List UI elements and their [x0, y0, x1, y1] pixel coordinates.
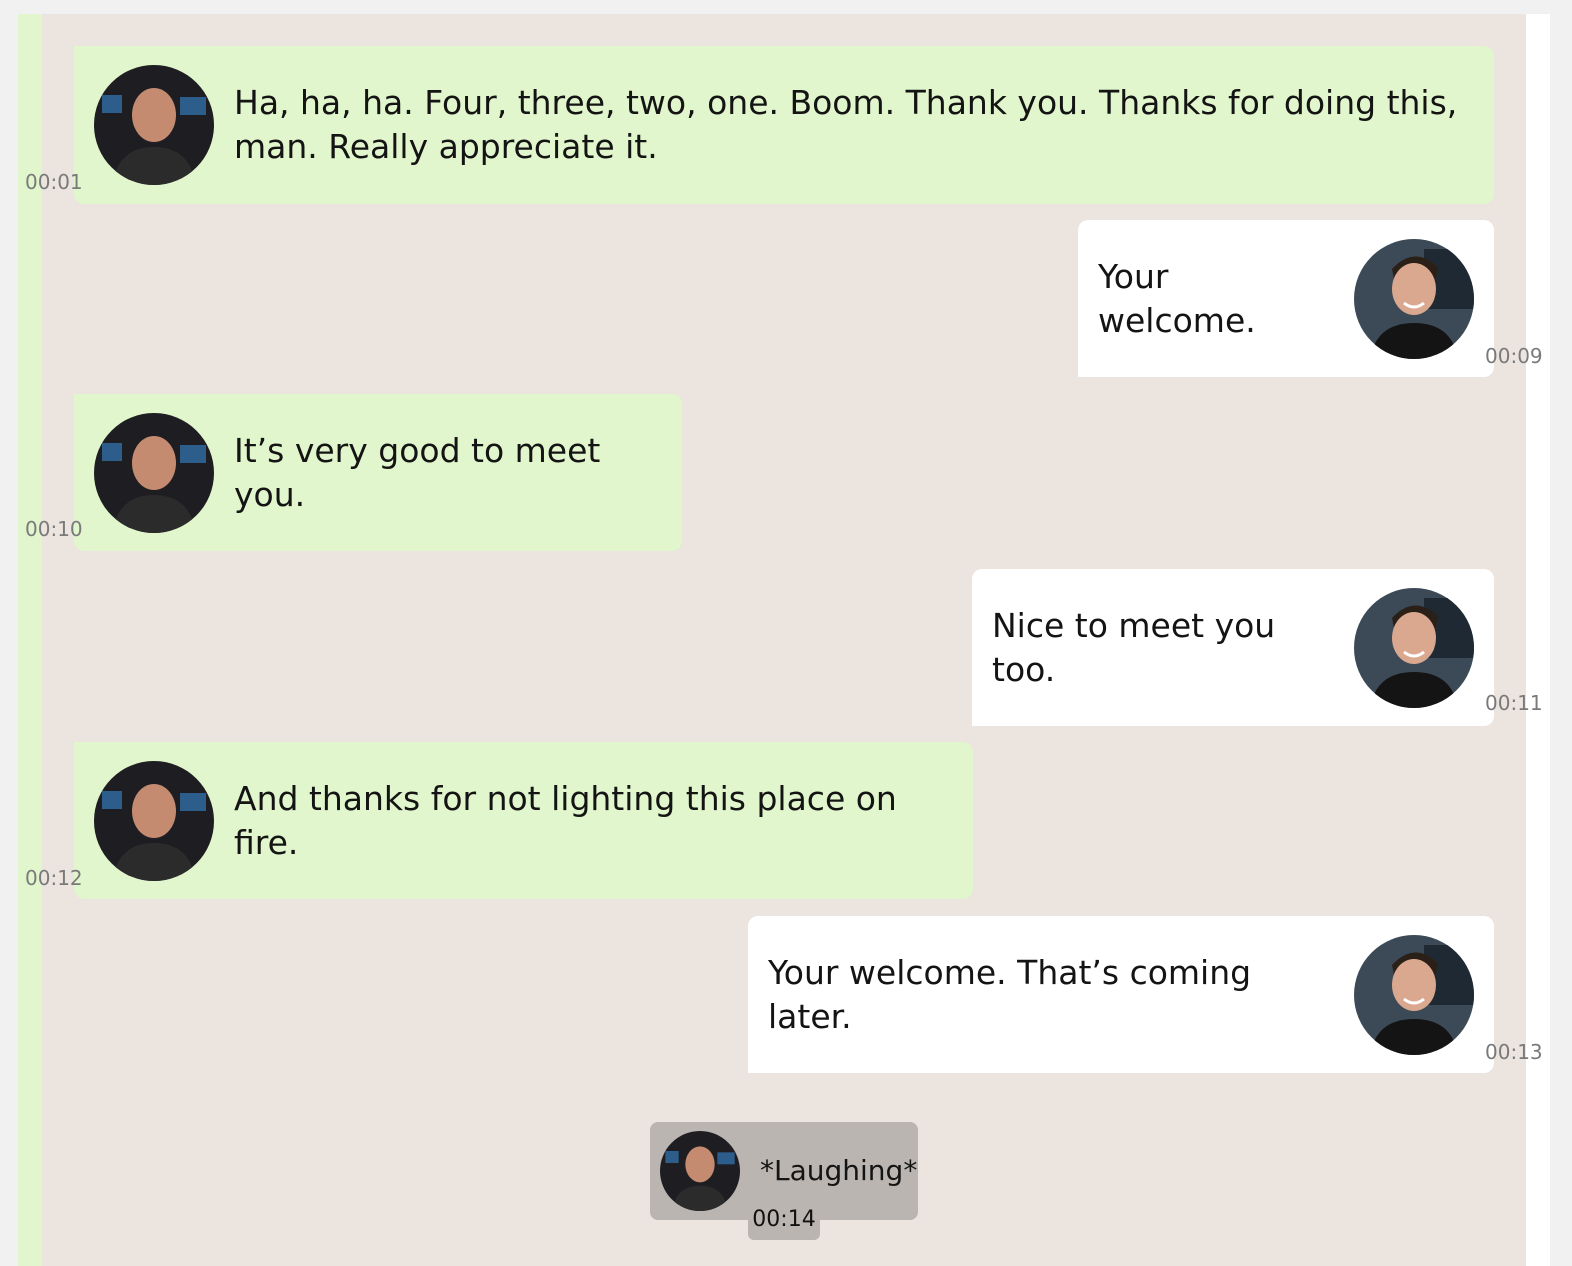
avatar-host-icon [94, 412, 214, 533]
timestamp: 00:13 [1485, 1040, 1543, 1064]
timestamp: 00:10 [25, 517, 83, 541]
message-bubble-host[interactable]: It’s very good to meet you. [74, 394, 682, 551]
avatar-guest-icon [1354, 934, 1474, 1055]
timestamp: 00:01 [25, 170, 83, 194]
message-text: It’s very good to meet you. [234, 430, 601, 514]
message-bubble-guest[interactable]: Your welcome. [1078, 220, 1494, 377]
message-text: Ha, ha, ha. Four, three, two, one. Boom.… [234, 83, 1458, 166]
action-text: *Laughing* [760, 1154, 918, 1187]
avatar-guest-icon [1354, 587, 1474, 708]
message-bubble-guest[interactable]: Nice to meet you too. [972, 569, 1494, 726]
timestamp: 00:11 [1485, 691, 1543, 715]
guest-rail [1526, 14, 1550, 1266]
message-text: Your welcome. That’s coming later. [768, 952, 1252, 1036]
message-bubble-host[interactable]: Ha, ha, ha. Four, three, two, one. Boom.… [74, 46, 1494, 204]
avatar-host-icon [94, 760, 214, 881]
message-text: Nice to meet you too. [992, 605, 1276, 689]
timestamp: 00:12 [25, 866, 83, 890]
avatar-host-icon [660, 1131, 740, 1211]
message-bubble-guest[interactable]: Your welcome. That’s coming later. [748, 916, 1494, 1073]
message-bubble-host[interactable]: And thanks for not lighting this place o… [74, 742, 973, 899]
avatar-host-icon [94, 65, 214, 185]
message-text: And thanks for not lighting this place o… [234, 778, 897, 862]
message-text: Your welcome. [1098, 256, 1256, 340]
host-rail [18, 14, 42, 1266]
action-timestamp: 00:14 [748, 1200, 820, 1240]
timestamp: 00:09 [1485, 344, 1543, 368]
avatar-guest-icon [1354, 238, 1474, 359]
